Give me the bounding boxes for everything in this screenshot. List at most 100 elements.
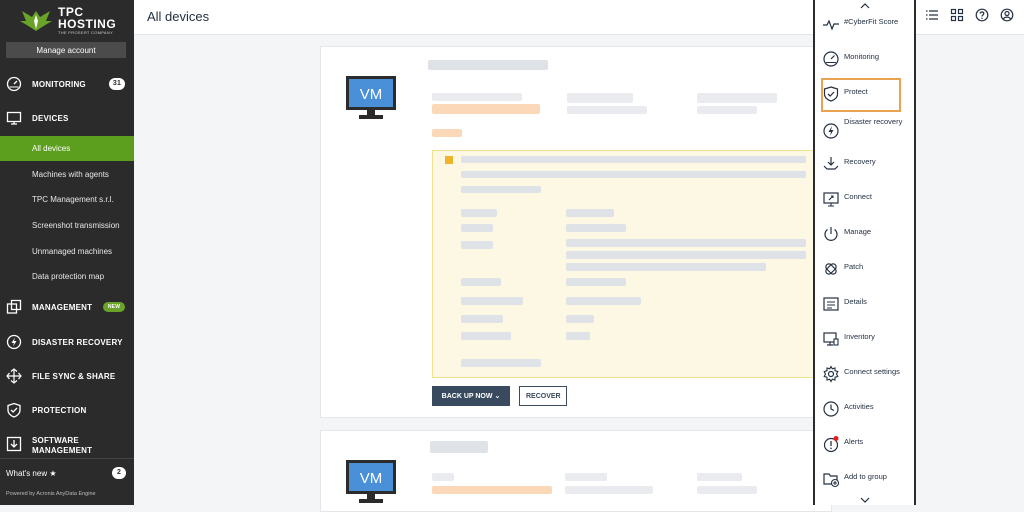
action-details[interactable]: Details: [815, 288, 914, 322]
action-patch[interactable]: Patch: [815, 253, 914, 287]
logo[interactable]: TPC HOSTING THE PROSERT COMPANY: [18, 4, 128, 36]
monitor-icon: [6, 111, 22, 125]
nav-devices[interactable]: DEVICES: [0, 104, 134, 132]
action-label: Activities: [844, 402, 874, 411]
blurred-field-value: [566, 315, 594, 323]
action-recovery[interactable]: Recovery: [815, 148, 914, 182]
blurred-info: [565, 486, 653, 494]
blurred-field-value: [566, 332, 590, 340]
back-up-now-label: BACK UP NOW: [441, 393, 493, 400]
nav-file-sync[interactable]: FILE SYNC & SHARE: [0, 362, 134, 390]
star-icon: ★: [49, 469, 57, 478]
action-protect[interactable]: Protect: [821, 78, 901, 112]
blurred-field-label: [461, 224, 493, 232]
help-icon[interactable]: [975, 8, 989, 22]
blurred-field-value: [566, 251, 806, 259]
recover-button[interactable]: RECOVER: [519, 386, 567, 406]
blurred-link: [461, 359, 541, 367]
nav-disaster-recovery[interactable]: DISASTER RECOVERY: [0, 328, 134, 356]
sub-item-screenshot-transmission[interactable]: Screenshot transmission: [0, 213, 134, 238]
nav-software-management-label: SOFTWARE MANAGEMENT: [32, 436, 93, 455]
action-label: Connect: [844, 192, 872, 201]
action-connect-settings[interactable]: Connect settings: [815, 358, 914, 392]
actions-panel: #CyberFit Score Monitoring Protect Disas…: [813, 0, 916, 505]
blurred-info: [697, 473, 742, 481]
folder-plus-icon: [823, 473, 840, 488]
action-label: Recovery: [844, 157, 876, 166]
blurred-alert-text: [461, 171, 806, 178]
shield-check-icon: [823, 86, 839, 102]
nav-devices-label: DEVICES: [32, 113, 69, 123]
nav-protection[interactable]: PROTECTION: [0, 396, 134, 424]
blurred-field-label: [461, 209, 497, 217]
blurred-field-label: [461, 297, 523, 305]
action-monitoring[interactable]: Monitoring: [815, 43, 914, 77]
action-label: Add to group: [844, 472, 887, 481]
user-account-icon[interactable]: [1000, 8, 1014, 22]
whats-new-label: What's new: [6, 469, 48, 478]
blurred-device-name: [428, 60, 548, 70]
nav-software-management[interactable]: SOFTWARE MANAGEMENT: [0, 432, 134, 456]
blurred-info: [567, 106, 647, 114]
blurred-field-value: [566, 239, 806, 247]
sync-icon: [6, 368, 22, 384]
vm-monitor-icon: VM: [346, 460, 396, 503]
sub-item-data-protection-map[interactable]: Data protection map: [0, 264, 134, 289]
software-download-icon: [6, 436, 22, 452]
device-card[interactable]: VM: [320, 430, 832, 512]
page-title: All devices: [147, 9, 210, 24]
sub-item-tpc-management[interactable]: TPC Management s.r.l.: [0, 187, 134, 212]
whats-new-badge: 2: [112, 467, 126, 479]
nav-disaster-recovery-label: DISASTER RECOVERY: [32, 337, 123, 347]
vm-label: VM: [360, 470, 383, 487]
action-cyberfit-score[interactable]: #CyberFit Score: [815, 8, 914, 42]
blurred-info: [567, 93, 633, 103]
blurred-field-value: [566, 278, 626, 286]
blurred-field-value: [566, 263, 766, 271]
action-add-to-group[interactable]: Add to group: [815, 463, 914, 497]
action-connect[interactable]: Connect: [815, 183, 914, 217]
blurred-status: [432, 486, 552, 494]
gear-icon: [823, 365, 839, 383]
eagle-logo-icon: [20, 11, 52, 31]
power-icon: [824, 227, 838, 241]
blurred-field-value: [566, 224, 626, 232]
sub-item-unmanaged-machines[interactable]: Unmanaged machines: [0, 239, 134, 264]
whats-new-link[interactable]: What's new ★: [6, 469, 57, 478]
sub-item-all-devices[interactable]: All devices: [0, 136, 134, 161]
blurred-alert-text: [461, 186, 541, 193]
action-label: Connect settings: [844, 367, 900, 376]
action-label: Patch: [844, 262, 864, 271]
action-disaster-recovery[interactable]: Disaster recovery: [815, 113, 914, 147]
recovery-icon: [823, 157, 839, 170]
sidebar-footer: What's new ★ 2 Powered by Acronis AnyDat…: [0, 458, 134, 506]
vm-label: VM: [360, 86, 383, 103]
action-manage[interactable]: Manage: [815, 218, 914, 252]
alert-details-box: [432, 150, 814, 378]
back-up-now-button[interactable]: BACK UP NOW ⌄: [432, 386, 510, 406]
nav-management[interactable]: MANAGEMENT NEW: [0, 293, 134, 321]
action-label: Inventory: [844, 332, 875, 341]
blurred-field-label: [461, 332, 511, 340]
action-inventory[interactable]: Inventory: [815, 323, 914, 357]
chevron-down-icon: ⌄: [494, 393, 501, 400]
sidebar: TPC HOSTING THE PROSERT COMPANY Manage a…: [0, 0, 134, 505]
alert-icon: [823, 436, 839, 453]
list-view-icon[interactable]: [925, 8, 939, 22]
manage-account-button[interactable]: Manage account: [6, 42, 126, 58]
sub-item-machines-with-agents[interactable]: Machines with agents: [0, 162, 134, 187]
nav-monitoring[interactable]: MONITORING 31: [0, 70, 134, 98]
action-label: Protect: [844, 87, 868, 96]
monitor-connect-icon: [823, 192, 839, 207]
action-alerts[interactable]: Alerts: [815, 428, 914, 462]
grid-apps-icon[interactable]: [950, 8, 964, 22]
action-activities[interactable]: Activities: [815, 393, 914, 427]
chevron-down-icon[interactable]: [860, 497, 870, 503]
new-badge: NEW: [103, 302, 125, 312]
blurred-tag: [432, 129, 462, 137]
action-label: Manage: [844, 227, 872, 236]
patch-icon: [825, 263, 837, 275]
nav-file-sync-label: FILE SYNC & SHARE: [32, 371, 116, 381]
blurred-info: [432, 473, 454, 481]
nav-management-label: MANAGEMENT: [32, 302, 93, 312]
